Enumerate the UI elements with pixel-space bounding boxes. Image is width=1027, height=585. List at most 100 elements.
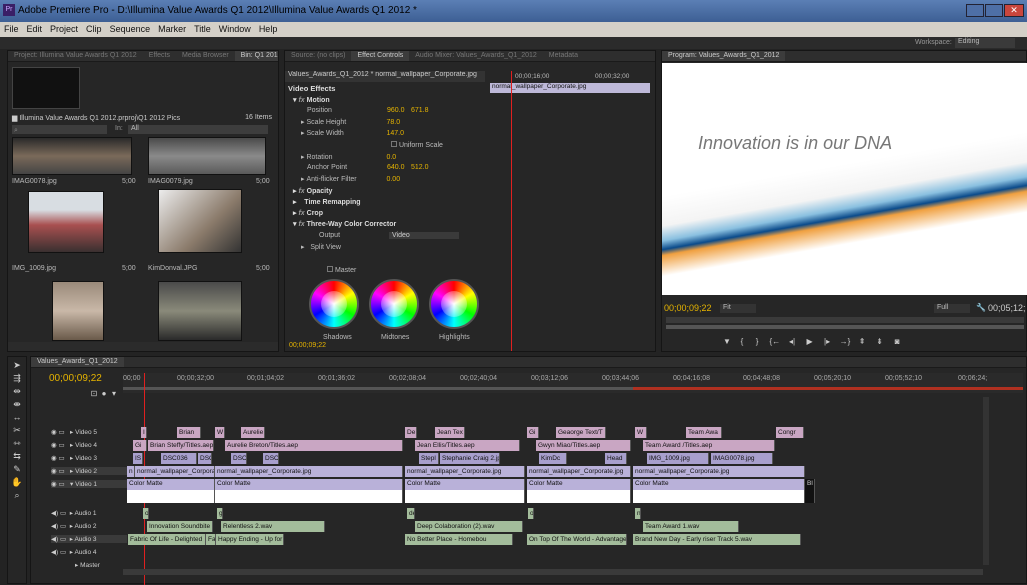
thumb-imag0078[interactable]: [12, 137, 132, 175]
clip-v2[interactable]: normal_wallpaper_Corporate.jpg: [215, 466, 403, 477]
clip-v1[interactable]: Color Matte: [405, 479, 525, 503]
track-select-tool-icon[interactable]: ⇶: [8, 372, 26, 385]
clip-v3[interactable]: DSC036: [161, 453, 197, 464]
thumb-photo[interactable]: [158, 281, 242, 341]
tab-sequence[interactable]: Values_Awards_Q1_2012: [31, 357, 124, 367]
thumb-imag0079[interactable]: [148, 137, 266, 175]
slip-tool-icon[interactable]: ⇿: [8, 437, 26, 450]
ec-playhead[interactable]: [511, 71, 512, 351]
menu-marker[interactable]: Marker: [154, 22, 190, 34]
search-input[interactable]: ⌕: [12, 125, 107, 134]
clip-v5[interactable]: Team Awa: [686, 427, 722, 438]
position-y[interactable]: 671.8: [411, 107, 429, 114]
fx-split-view[interactable]: ▸ Split View: [301, 243, 341, 254]
track-video-4[interactable]: ◉ ▭ ▸ Video 4: [51, 441, 97, 449]
menu-help[interactable]: Help: [255, 22, 282, 34]
menu-file[interactable]: File: [0, 22, 23, 34]
clip-v5[interactable]: Jean Tex: [435, 427, 465, 438]
menu-sequence[interactable]: Sequence: [106, 22, 155, 34]
clip-v2[interactable]: normal_wallpaper_Corporate.jpg: [405, 466, 525, 477]
clip-v3[interactable]: DSC: [231, 453, 247, 464]
camera-icon[interactable]: ◙: [892, 337, 902, 347]
clip-a2[interactable]: Team Award 1.wav: [643, 521, 739, 532]
pen-tool-icon[interactable]: ✎: [8, 463, 26, 476]
step-back-icon[interactable]: ◂|: [787, 337, 797, 347]
clip-a2[interactable]: Deep Colaboration (2).wav: [415, 521, 523, 532]
work-area-bar[interactable]: [123, 387, 633, 390]
clip-v4[interactable]: Team Award /Titles.aep: [643, 440, 775, 451]
clip-a1[interactable]: de: [407, 508, 415, 519]
clip-v3[interactable]: IMG_1009.jpg: [647, 453, 709, 464]
clip-a1[interactable]: o: [143, 508, 149, 519]
output-select[interactable]: Video: [389, 232, 459, 239]
tab-media-browser[interactable]: Media Browser: [176, 51, 235, 61]
rotation-value[interactable]: 0.0: [386, 154, 396, 161]
clip-v1[interactable]: Color Matte: [527, 479, 631, 503]
track-audio-3[interactable]: ◀) ▭ ▸ Audio 3: [51, 535, 127, 543]
clip-v5[interactable]: De: [405, 427, 417, 438]
clip-v1[interactable]: Color Matte: [633, 479, 805, 503]
clip-v3[interactable]: Head: [605, 453, 627, 464]
clip-v5[interactable]: Brian: [177, 427, 201, 438]
midtones-wheel[interactable]: [369, 279, 419, 329]
clip-v4[interactable]: Gwyn Miao/Titles.aep: [536, 440, 631, 451]
ec-current-timecode[interactable]: 00;00;09;22: [289, 342, 326, 349]
tab-project[interactable]: Project: Illumina Value Awards Q1 2012: [8, 51, 143, 61]
clip-v4[interactable]: Gi: [133, 440, 147, 451]
mini-clip[interactable]: normal_wallpaper_Corporate.jpg: [490, 83, 650, 93]
track-video-5[interactable]: ◉ ▭ ▸ Video 5: [51, 428, 97, 436]
clip-v4[interactable]: Jean Ellis/Titles.aep: [415, 440, 520, 451]
time-ruler[interactable]: 00;00 00;00;32;00 00;01;04;02 00;01;36;0…: [123, 373, 1023, 393]
minimize-button[interactable]: [966, 4, 984, 17]
anchor-x[interactable]: 640.0: [387, 164, 411, 171]
clip-v3[interactable]: KimDc: [539, 453, 567, 464]
marker-icon[interactable]: ▼: [722, 337, 732, 347]
master-checkbox[interactable]: Master: [327, 266, 356, 277]
clip-v1[interactable]: Color Matte: [127, 479, 215, 503]
mark-out-icon[interactable]: }: [752, 337, 762, 347]
scale-height-value[interactable]: 78.0: [386, 119, 400, 126]
track-video-3[interactable]: ◉ ▭ ▸ Video 3: [51, 454, 97, 462]
ripple-edit-tool-icon[interactable]: ⇹: [8, 385, 26, 398]
timeline-timecode[interactable]: 00;00;09;22: [49, 373, 102, 384]
rolling-edit-tool-icon[interactable]: ⇼: [8, 398, 26, 411]
step-forward-icon[interactable]: |▸: [822, 337, 832, 347]
clip-v2[interactable]: normal_wallpaper_Corporat: [135, 466, 215, 477]
hand-tool-icon[interactable]: ✋: [8, 476, 26, 489]
maximize-button[interactable]: [985, 4, 1003, 17]
snap-icon[interactable]: ⊡: [89, 389, 99, 399]
clip-v5[interactable]: W: [215, 427, 225, 438]
clip-v5[interactable]: W: [635, 427, 647, 438]
extract-icon[interactable]: ⇟: [875, 337, 885, 347]
clip-v3[interactable]: IS: [133, 453, 143, 464]
marker-icon[interactable]: ▾: [109, 389, 119, 399]
scale-width-value[interactable]: 147.0: [386, 130, 404, 137]
clip-v1[interactable]: Color Matte: [215, 479, 403, 503]
clip-v2[interactable]: n: [127, 466, 135, 477]
clip-a2[interactable]: Relentless 2.wav: [221, 521, 325, 532]
razor-tool-icon[interactable]: ✂: [8, 424, 26, 437]
clip-a2[interactable]: Innovation Soundbite (: [147, 521, 213, 532]
uniform-scale-checkbox[interactable]: Uniform Scale: [391, 141, 443, 152]
highlights-wheel[interactable]: [429, 279, 479, 329]
tab-bin[interactable]: Bin: Q1 2012 P: [234, 51, 278, 61]
quality-select[interactable]: Full: [934, 304, 970, 313]
clip-a3[interactable]: Brand New Day - Early riser Track 5.wav: [633, 534, 801, 545]
slide-tool-icon[interactable]: ⇆: [8, 450, 26, 463]
fx-motion[interactable]: ▾ fx Motion: [293, 96, 330, 107]
tab-program[interactable]: Program: Values_Awards_Q1_2012: [662, 51, 786, 61]
program-timecode[interactable]: 00;00;09;22: [664, 303, 712, 313]
clip-v3[interactable]: DSC: [198, 453, 212, 464]
track-audio-4[interactable]: ◀) ▭ ▸ Audio 4: [51, 548, 96, 556]
tab-source[interactable]: Source: (no clips): [285, 51, 351, 61]
selection-tool-icon[interactable]: ➤: [8, 359, 26, 372]
tab-audio-mixer[interactable]: Audio Mixer: Values_Awards_Q1_2012: [409, 51, 543, 61]
fx-time-remapping[interactable]: ▸ Time Remapping: [293, 198, 361, 209]
fx-opacity[interactable]: ▸ fx Opacity: [293, 187, 332, 198]
program-scrubber[interactable]: [666, 317, 1024, 323]
add-marker-icon[interactable]: ●: [99, 389, 109, 399]
tab-effect-controls[interactable]: Effect Controls: [351, 51, 410, 61]
go-to-out-icon[interactable]: →}: [840, 337, 851, 347]
track-audio-2[interactable]: ◀) ▭ ▸ Audio 2: [51, 522, 96, 530]
clip-v5[interactable]: Aurelie: [241, 427, 265, 438]
